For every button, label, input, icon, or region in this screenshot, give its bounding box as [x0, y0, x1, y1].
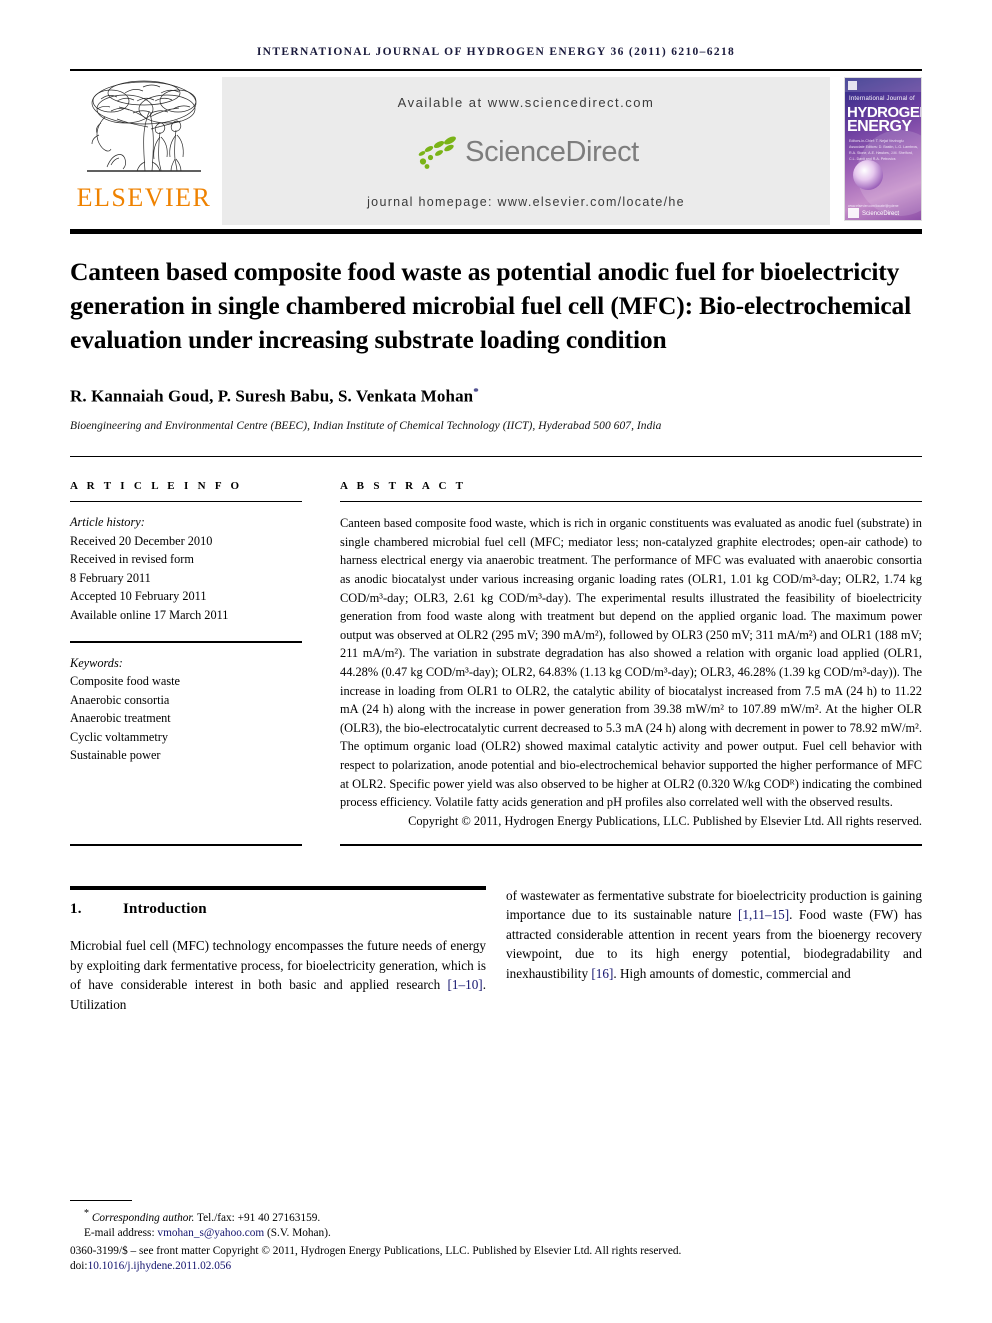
- history-item: Available online 17 March 2011: [70, 607, 229, 622]
- abstract-body: Canteen based composite food waste, whic…: [340, 514, 922, 830]
- journal-cover-image: International Journal of HYDROGEN ENERGY…: [844, 77, 922, 221]
- article-info-heading: A R T I C L E I N F O: [70, 480, 243, 493]
- article-page: INTERNATIONAL JOURNAL OF HYDROGEN ENERGY…: [0, 0, 992, 1323]
- keywords-label: Keywords:: [70, 655, 123, 670]
- introduction-heading: 1. Introduction: [70, 901, 486, 918]
- rule-gap: [302, 844, 340, 845]
- introduction-paragraph-left: Microbial fuel cell (MFC) technology enc…: [70, 936, 486, 1014]
- abstract-bottom-rules: [70, 844, 922, 846]
- citation-link[interactable]: [1–10]: [448, 977, 483, 992]
- body-column-right: of wastewater as fermentative substrate …: [506, 886, 922, 1015]
- keywords-block: Keywords: Composite food waste Anaerobic…: [70, 654, 302, 765]
- abstract-heading: A B S T R A C T: [340, 480, 467, 493]
- citation-link[interactable]: [1,11–15]: [738, 907, 789, 922]
- section-title: Introduction: [123, 901, 207, 918]
- sciencedirect-logo: ScienceDirect: [413, 135, 639, 170]
- abstract-text: Canteen based composite food waste, whic…: [340, 516, 922, 810]
- cover-orb-decoration: [853, 160, 883, 190]
- sciencedirect-banner: Available at www.sciencedirect.com Scien…: [222, 77, 830, 225]
- abstract-column: A B S T R A C T Canteen based composite …: [340, 480, 922, 830]
- section-top-rule: [70, 885, 486, 891]
- author-list: R. Kannaiah Goud, P. Suresh Babu, S. Ven…: [70, 386, 922, 407]
- author-names: R. Kannaiah Goud, P. Suresh Babu, S. Ven…: [70, 386, 474, 406]
- info-abstract-row: A R T I C L E I N F O Article history: R…: [70, 480, 922, 830]
- column-gap: [302, 480, 340, 830]
- history-item: 8 February 2011: [70, 570, 151, 585]
- keywords-top-rule: [70, 641, 302, 643]
- cover-elsevier-icon: [848, 81, 857, 90]
- journal-cover-container: International Journal of HYDROGEN ENERGY…: [838, 77, 922, 225]
- cover-small-title: International Journal of: [849, 96, 915, 102]
- running-head: INTERNATIONAL JOURNAL OF HYDROGEN ENERGY…: [256, 46, 736, 58]
- body-columns: 1. Introduction Microbial fuel cell (MFC…: [70, 885, 922, 1015]
- elsevier-logo: ELSEVIER: [70, 77, 218, 225]
- info-bottom-rule: [70, 844, 302, 846]
- corresponding-author-marker: *: [473, 386, 479, 398]
- keyword-item: Anaerobic treatment: [70, 711, 171, 726]
- article-info-column: A R T I C L E I N F O Article history: R…: [70, 480, 302, 830]
- email-note: E-mail address: vmohan_s@yahoo.com (S.V.…: [70, 1226, 922, 1242]
- email-suffix: (S.V. Mohan).: [264, 1227, 331, 1240]
- article-info-rule: [70, 501, 302, 503]
- header-rule: [70, 69, 922, 71]
- history-item: Accepted 10 February 2011: [70, 589, 207, 604]
- doi-link[interactable]: 10.1016/j.ijhydene.2011.02.056: [88, 1260, 232, 1272]
- journal-homepage-text: journal homepage: www.elsevier.com/locat…: [367, 195, 685, 209]
- abstract-bottom-rule: [340, 844, 922, 846]
- history-item: Received in revised form: [70, 552, 194, 567]
- publisher-banner: ELSEVIER Available at www.sciencedirect.…: [70, 77, 922, 225]
- body-column-gap: [486, 886, 506, 1015]
- email-link[interactable]: vmohan_s@yahoo.com: [157, 1227, 264, 1239]
- affiliation: Bioengineering and Environmental Centre …: [70, 419, 662, 432]
- section-number: 1.: [70, 901, 82, 918]
- cover-sciencedirect-text: ScienceDirect: [862, 211, 900, 217]
- intro-text-part: Microbial fuel cell (MFC) technology enc…: [70, 938, 486, 993]
- sciencedirect-mark-icon: [413, 135, 459, 170]
- doi-label: doi:: [70, 1260, 88, 1273]
- citation-link[interactable]: [16]: [591, 966, 613, 981]
- keyword-item: Anaerobic consortia: [70, 692, 170, 707]
- intro-text-part: . High amounts of domestic, commercial a…: [613, 966, 851, 981]
- available-at-text: Available at www.sciencedirect.com: [397, 95, 655, 110]
- elsevier-wordmark: ELSEVIER: [76, 183, 212, 212]
- issn-copyright-line: 0360-3199/$ – see front matter Copyright…: [70, 1244, 682, 1257]
- introduction-paragraph-right: of wastewater as fermentative substrate …: [506, 886, 922, 984]
- article-history-block: Article history: Received 20 December 20…: [70, 513, 302, 624]
- article-history-label: Article history:: [70, 515, 145, 530]
- sciencedirect-wordmark: ScienceDirect: [465, 136, 639, 168]
- corresponding-author-note: * Corresponding author. Tel./fax: +91 40…: [70, 1206, 922, 1226]
- body-column-left: 1. Introduction Microbial fuel cell (MFC…: [70, 885, 486, 1015]
- footnote-marker: *: [84, 1207, 89, 1219]
- email-label: E-mail address:: [84, 1227, 158, 1240]
- footnote-rule: [70, 1199, 132, 1201]
- history-item: Received 20 December 2010: [70, 533, 213, 548]
- keyword-item: Cyclic voltammetry: [70, 729, 169, 744]
- footnote-area: * Corresponding author. Tel./fax: +91 40…: [70, 1199, 922, 1275]
- page-title: Canteen based composite food waste as po…: [70, 257, 912, 354]
- abstract-copyright: Copyright © 2011, Hydrogen Energy Public…: [408, 813, 922, 828]
- keyword-item: Sustainable power: [70, 748, 161, 763]
- cover-he-badge-icon: [848, 208, 859, 218]
- doi-line: doi:10.1016/j.ijhydene.2011.02.056: [70, 1259, 922, 1275]
- banner-bottom-rule: [70, 229, 922, 234]
- authors-bottom-rule: [70, 455, 922, 458]
- corresponding-author-tel: Tel./fax: +91 40 27163159.: [194, 1211, 321, 1224]
- corresponding-author-label: Corresponding author.: [91, 1211, 195, 1224]
- elsevier-tree-icon: [81, 79, 207, 183]
- keyword-item: Composite food waste: [70, 674, 180, 689]
- abstract-rule: [340, 501, 922, 503]
